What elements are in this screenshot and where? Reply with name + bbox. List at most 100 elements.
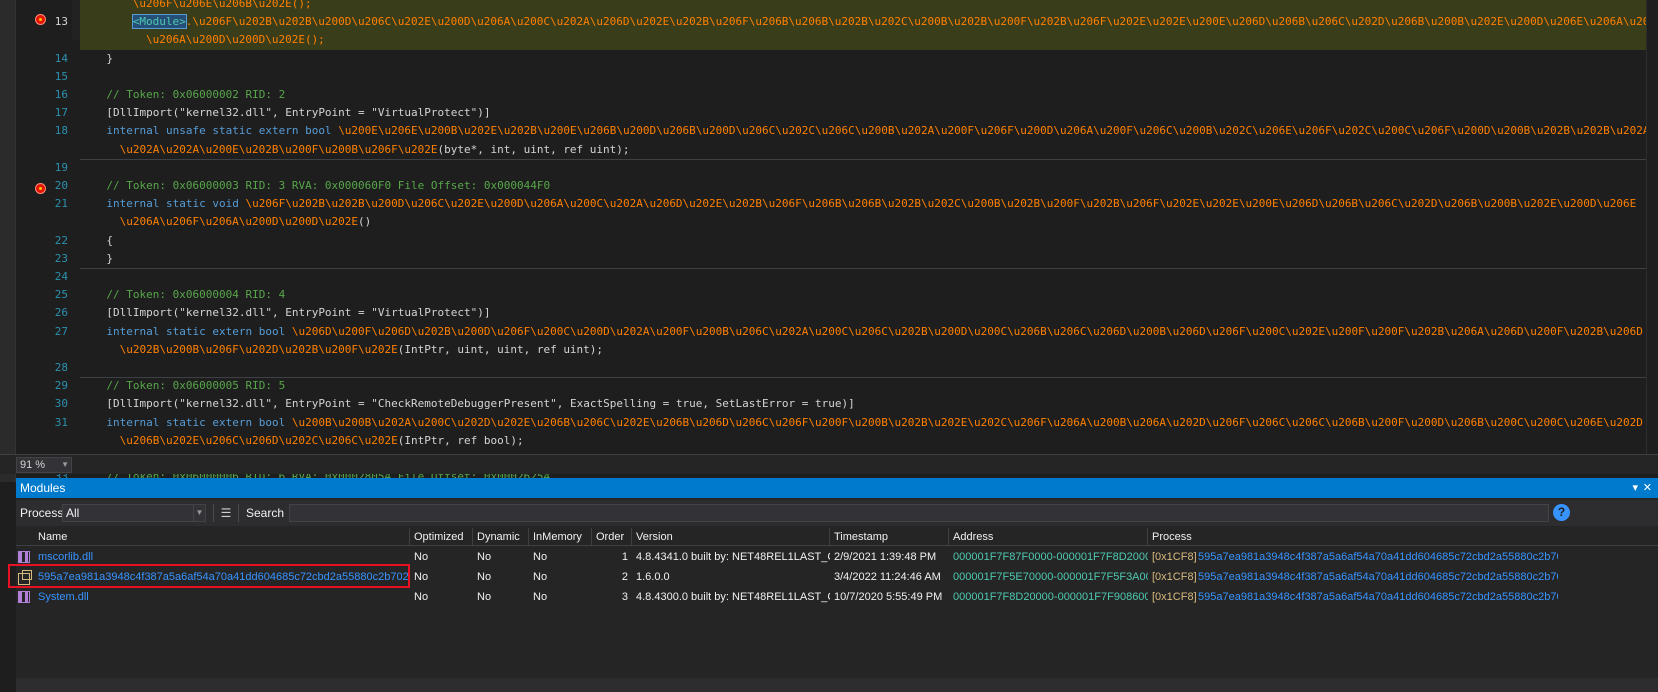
line-number: 23 bbox=[54, 251, 68, 265]
code-line: \u202A\u202A\u200E\u202B\u200F\u200B\u20… bbox=[80, 140, 1646, 160]
obfuscated-identifier[interactable]: \u206D\u200F\u206D\u202B\u200D\u206F\u20… bbox=[292, 325, 1643, 338]
code-signature-tail: (IntPtr, ref bool); bbox=[397, 433, 524, 447]
module-version: 4.8.4300.0 built by: NET48REL1LAST_C bbox=[636, 591, 830, 603]
obfuscated-identifier[interactable]: \u206F\u202B\u202B\u200D\u206C\u202E\u20… bbox=[245, 197, 1636, 210]
horizontal-scrollbar[interactable] bbox=[16, 678, 1658, 692]
modules-grid: Name Optimized Dynamic InMemory Order Ve… bbox=[8, 528, 1658, 692]
panel-menu-chevron-icon[interactable]: ▾ bbox=[1632, 478, 1638, 498]
obfuscated-identifier[interactable]: \u200E\u206E\u200B\u202E\u202B\u200E\u20… bbox=[338, 124, 1646, 137]
column-header-timestamp[interactable]: Timestamp bbox=[830, 528, 949, 546]
process-select[interactable]: All ▼ bbox=[62, 504, 206, 522]
editor-status-bar: 91 % ▼ bbox=[0, 454, 1658, 474]
filter-list-icon[interactable]: ☰ bbox=[217, 504, 235, 522]
obfuscated-identifier[interactable]: \u206B\u202E\u206C\u206D\u202C\u206C\u20… bbox=[120, 434, 398, 447]
code-signature-tail: () bbox=[358, 215, 372, 229]
column-header-name[interactable]: Name bbox=[34, 528, 410, 546]
obfuscated-identifier[interactable]: \u202B\u200B\u206F\u202D\u202B\u200F\u20… bbox=[120, 343, 398, 356]
column-header-dynamic[interactable]: Dynamic bbox=[473, 528, 529, 546]
module-inmemory: No bbox=[533, 591, 548, 603]
module-order: 3 bbox=[621, 591, 628, 603]
obfuscated-identifier[interactable]: \u200B\u200B\u202A\u200C\u202D\u202E\u20… bbox=[292, 416, 1643, 429]
module-optimized: No bbox=[414, 571, 429, 583]
module-process-name[interactable]: 595a7ea981a3948c4f387a5a6af54a70a41dd604… bbox=[1196, 567, 1558, 587]
line-number: 19 bbox=[54, 160, 68, 174]
code-lines[interactable]: \u206F\u206E\u206B\u202E(); <Module>.\u20… bbox=[80, 0, 1646, 482]
module-inmemory: No bbox=[533, 571, 548, 583]
module-process-name[interactable]: 595a7ea981a3948c4f387a5a6af54a70a41dd604… bbox=[1196, 547, 1558, 567]
code-text: } bbox=[106, 51, 114, 65]
module-version: 4.8.4341.0 built by: NET48REL1LAST_C bbox=[636, 551, 830, 563]
chevron-down-icon: ▼ bbox=[61, 460, 69, 469]
line-number: 28 bbox=[54, 361, 68, 374]
module-process-name[interactable]: 595a7ea981a3948c4f387a5a6af54a70a41dd604… bbox=[1196, 587, 1558, 607]
line-number: 30 bbox=[54, 397, 68, 411]
code-text: [DllImport("kernel32.dll", EntryPoint = … bbox=[106, 106, 491, 120]
column-header-version[interactable]: Version bbox=[632, 528, 830, 546]
line-number: 15 bbox=[54, 69, 68, 83]
code-line: internal static void \u206F\u202B\u202B\… bbox=[80, 194, 1646, 214]
code-text: [DllImport("kernel32.dll", EntryPoint = … bbox=[106, 306, 491, 320]
code-line: \u202B\u200B\u206F\u202D\u202B\u200F\u20… bbox=[80, 340, 1646, 360]
module-timestamp: 10/7/2020 5:55:49 PM bbox=[834, 591, 943, 603]
module-order: 1 bbox=[621, 551, 628, 563]
help-icon[interactable]: ? bbox=[1553, 504, 1570, 521]
dll-module-icon bbox=[18, 551, 30, 563]
line-number: 13 bbox=[54, 15, 68, 29]
search-label: Search bbox=[246, 506, 285, 520]
module-type-token[interactable]: <Module> bbox=[131, 14, 187, 30]
obfuscated-identifier[interactable]: \u202A\u202A\u200E\u202B\u200F\u200B\u20… bbox=[120, 143, 438, 156]
obfuscated-identifier[interactable]: \u206A\u206F\u206A\u200D\u200D\u202E bbox=[120, 215, 358, 228]
code-text: [DllImport("kernel32.dll", EntryPoint = … bbox=[106, 397, 855, 411]
code-line: } bbox=[80, 249, 1646, 269]
line-number: 29 bbox=[54, 379, 68, 393]
line-number: 25 bbox=[54, 288, 68, 302]
code-line: { bbox=[80, 231, 1646, 251]
zoom-level-select[interactable]: 91 % ▼ bbox=[16, 457, 72, 473]
column-header-inmemory[interactable]: InMemory bbox=[529, 528, 592, 546]
module-timestamp: 3/4/2022 11:24:46 AM bbox=[834, 571, 941, 583]
grid-header-row: Name Optimized Dynamic InMemory Order Ve… bbox=[16, 528, 1658, 546]
code-keywords: internal unsafe static extern bool bbox=[106, 124, 339, 138]
line-number: 14 bbox=[54, 51, 68, 65]
close-icon[interactable]: ✕ bbox=[1643, 478, 1652, 498]
process-label: Process bbox=[20, 506, 64, 520]
module-name: System.dll bbox=[38, 591, 89, 603]
panel-title: Modules bbox=[20, 481, 66, 495]
editor-left-strip bbox=[0, 0, 16, 482]
modules-toolbar: Process All ▼ ☰ Search ? bbox=[16, 500, 1658, 526]
code-line: \u206B\u202E\u206C\u206D\u202C\u206C\u20… bbox=[80, 431, 1646, 451]
toolbar-divider bbox=[213, 504, 214, 522]
code-line: internal unsafe static extern bool \u200… bbox=[80, 121, 1646, 141]
code-line: [DllImport("kernel32.dll", EntryPoint = … bbox=[80, 303, 1646, 323]
glyph-margin[interactable] bbox=[16, 0, 46, 482]
column-header-order[interactable]: Order bbox=[592, 528, 632, 546]
code-keywords: internal static extern bool bbox=[106, 324, 292, 338]
module-process-id: [0x1CF8] bbox=[1152, 551, 1196, 563]
code-text: } bbox=[106, 251, 114, 265]
column-header-optimized[interactable]: Optimized bbox=[410, 528, 473, 546]
module-optimized: No bbox=[414, 551, 429, 563]
line-number: 26 bbox=[54, 306, 68, 320]
code-line: // Token: 0x06000003 RID: 3 RVA: 0x00006… bbox=[80, 176, 1646, 196]
module-dynamic: No bbox=[477, 591, 492, 603]
column-header-address[interactable]: Address bbox=[949, 528, 1148, 546]
module-address: 000001F7F8D20000-000001F7F9086000 bbox=[953, 591, 1148, 603]
line-number: 31 bbox=[54, 415, 68, 429]
vertical-scrollbar[interactable] bbox=[1646, 0, 1658, 460]
process-select-value: All bbox=[66, 506, 80, 520]
line-number: 20 bbox=[54, 179, 68, 192]
module-dynamic: No bbox=[477, 551, 492, 563]
highlight-annotation-box bbox=[8, 564, 410, 588]
dll-module-icon bbox=[18, 591, 30, 603]
code-text: .\u206F\u202B\u202B\u200D\u206C\u202E\u2… bbox=[185, 15, 1646, 29]
search-input[interactable] bbox=[289, 504, 1549, 522]
code-keywords: internal static void bbox=[106, 197, 246, 211]
panel-title-bar: Modules ▾ ✕ bbox=[16, 478, 1658, 498]
module-address: 000001F7F87F0000-000001F7F8D20000 bbox=[953, 551, 1148, 563]
code-editor[interactable]: 1314151617181920212223242526272829303132… bbox=[0, 0, 1658, 482]
line-number: 17 bbox=[54, 106, 68, 120]
column-header-process[interactable]: Process bbox=[1148, 528, 1558, 546]
